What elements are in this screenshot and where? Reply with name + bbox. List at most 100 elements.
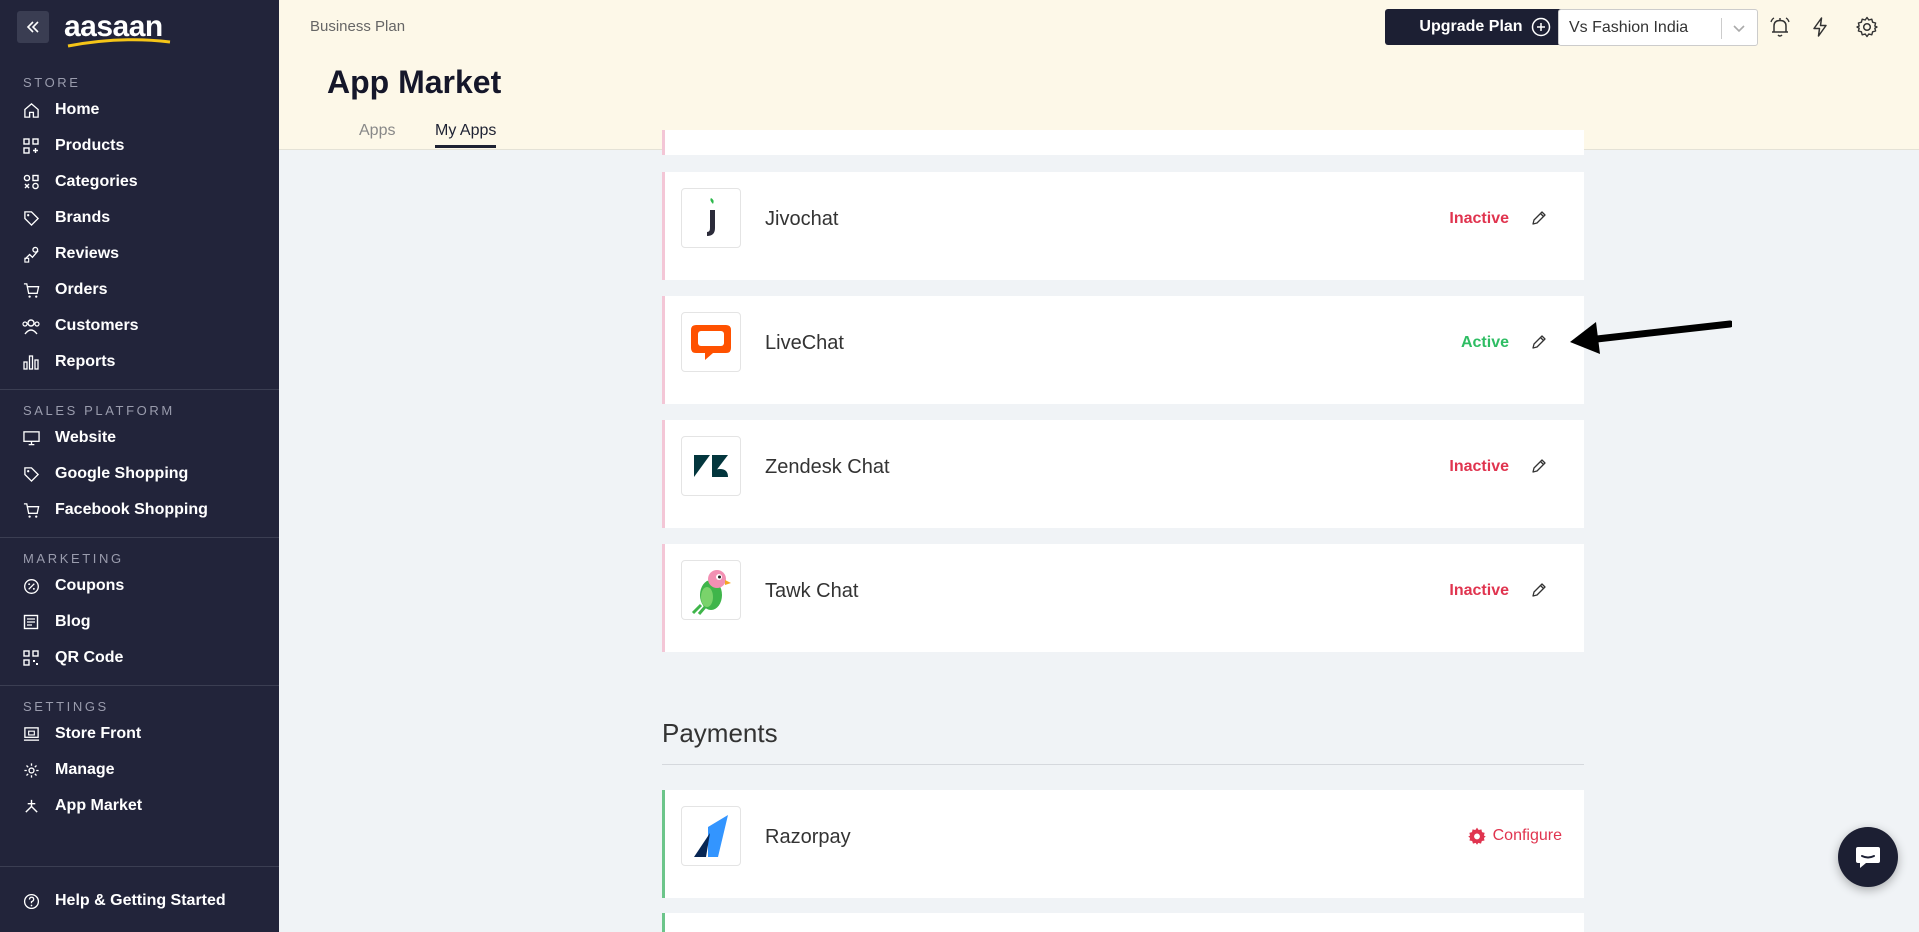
sidebar-item-label: App Market: [55, 797, 143, 814]
app-card-razorpay: Razorpay Configure: [662, 790, 1584, 898]
grid-icon: [22, 137, 40, 155]
zendesk-logo: [681, 436, 741, 496]
sidebar-item-reviews[interactable]: Reviews: [0, 236, 279, 272]
sidebar-item-store-front[interactable]: Store Front: [0, 716, 279, 752]
page-title: App Market: [327, 64, 502, 100]
sidebar-section-sales-platform: SALES PLATFORM: [23, 403, 175, 418]
razorpay-logo: [681, 806, 741, 866]
sidebar-item-label: Website: [55, 429, 117, 446]
pencil-icon: [1532, 335, 1546, 349]
gear-icon: [22, 761, 40, 779]
edit-zendesk-chat-button[interactable]: [1529, 456, 1549, 476]
chat-bubble-icon: [1856, 847, 1880, 868]
edit-livechat-button[interactable]: [1529, 332, 1549, 352]
store-select-value: Vs Fashion India: [1569, 19, 1689, 36]
store-select[interactable]: Vs Fashion India: [1558, 9, 1758, 46]
status-badge: Active: [1460, 334, 1509, 351]
tab-apps[interactable]: Apps: [359, 122, 395, 148]
users-icon: [22, 317, 40, 335]
blog-icon: [22, 613, 40, 631]
notifications-button[interactable]: [1767, 14, 1793, 40]
sidebar-item-reports[interactable]: Reports: [0, 344, 279, 380]
gear-icon: [1856, 16, 1878, 38]
help-icon: [22, 892, 40, 910]
sidebar-item-coupons[interactable]: Coupons: [0, 568, 279, 604]
status-badge: Inactive: [1449, 582, 1509, 599]
sidebar-item-google-shopping[interactable]: Google Shopping: [0, 456, 279, 492]
tab-my-apps[interactable]: My Apps: [435, 122, 497, 148]
plan-name: Business Plan: [310, 18, 406, 35]
sidebar-item-label: Customers: [55, 317, 139, 334]
app-card-zendesk-chat: Zendesk Chat Inactive: [662, 420, 1584, 528]
settings-button[interactable]: [1854, 14, 1880, 40]
chat-support-button[interactable]: [1838, 827, 1898, 887]
tag-icon: [22, 209, 40, 227]
storefront-icon: [22, 725, 40, 743]
sidebar-item-categories[interactable]: Categories: [0, 164, 279, 200]
tawk-logo: [681, 560, 741, 620]
sidebar-item-label: QR Code: [55, 649, 124, 666]
sidebar-item-customers[interactable]: Customers: [0, 308, 279, 344]
app-market-icon: [22, 797, 40, 815]
sidebar-top: aasaan: [0, 0, 279, 54]
sidebar-section-settings: SETTINGS: [23, 699, 109, 714]
cart-icon: [22, 281, 40, 299]
bell-icon: [1770, 17, 1790, 37]
sidebar-item-label: Brands: [55, 209, 111, 226]
edit-jivochat-button[interactable]: [1529, 208, 1549, 228]
header: Business Plan App Market Apps My Apps Up…: [279, 0, 1919, 150]
sidebar-item-label: Reports: [55, 353, 116, 370]
sidebar-divider: [0, 866, 279, 867]
sidebar-item-label: Google Shopping: [55, 465, 189, 482]
jivochat-logo: [681, 188, 741, 248]
app-card-partial: [662, 130, 1584, 155]
lightning-icon: [1813, 17, 1827, 37]
upgrade-plan-label: Upgrade Plan: [1419, 18, 1523, 35]
help-label: Help & Getting Started: [55, 892, 226, 909]
sidebar-item-label: Manage: [55, 761, 115, 778]
help-getting-started[interactable]: Help & Getting Started: [0, 883, 279, 919]
status-badge: Inactive: [1449, 458, 1509, 475]
livechat-logo: [681, 312, 741, 372]
plus-circle-icon: [1531, 17, 1550, 37]
sidebar-item-label: Facebook Shopping: [55, 501, 208, 518]
sidebar-item-orders[interactable]: Orders: [0, 272, 279, 308]
configure-razorpay-button[interactable]: Configure: [1467, 826, 1562, 846]
app-name: Jivochat: [765, 208, 839, 230]
sidebar-item-label: Coupons: [55, 577, 125, 594]
sidebar-item-label: Categories: [55, 173, 138, 190]
app-name: Tawk Chat: [765, 580, 859, 602]
reviews-icon: [22, 245, 40, 263]
sidebar-item-label: Reviews: [55, 245, 120, 262]
configure-label: Configure: [1492, 827, 1562, 844]
logo[interactable]: aasaan: [64, 12, 171, 48]
monitor-icon: [22, 429, 40, 447]
bar-chart-icon: [22, 353, 40, 371]
sidebar-item-app-market[interactable]: App Market: [0, 788, 279, 824]
pencil-icon: [1532, 459, 1546, 473]
app-card-tawk-chat: Tawk Chat Inactive: [662, 544, 1584, 652]
home-icon: [22, 101, 40, 119]
sidebar-item-products[interactable]: Products: [0, 128, 279, 164]
status-badge: Inactive: [1449, 210, 1509, 227]
cart-icon: [22, 501, 40, 519]
sidebar-item-manage[interactable]: Manage: [0, 752, 279, 788]
sidebar-item-label: Home: [55, 101, 100, 118]
app-name: Zendesk Chat: [765, 456, 890, 478]
collapse-sidebar-button[interactable]: [17, 11, 49, 43]
qr-icon: [22, 649, 40, 667]
sidebar-item-website[interactable]: Website: [0, 420, 279, 456]
tag-icon: [22, 465, 40, 483]
sidebar-item-qr-code[interactable]: QR Code: [0, 640, 279, 676]
sidebar-item-facebook-shopping[interactable]: Facebook Shopping: [0, 492, 279, 528]
sidebar-item-home[interactable]: Home: [0, 92, 279, 128]
sidebar-item-brands[interactable]: Brands: [0, 200, 279, 236]
gear-icon: [1467, 827, 1486, 845]
quick-actions-button[interactable]: [1807, 14, 1833, 40]
sidebar-item-label: Products: [55, 137, 125, 154]
edit-tawk-chat-button[interactable]: [1529, 580, 1549, 600]
sidebar-item-blog[interactable]: Blog: [0, 604, 279, 640]
sidebar-item-label: Orders: [55, 281, 108, 298]
logo-swoosh-icon: [67, 38, 171, 48]
upgrade-plan-button[interactable]: Upgrade Plan: [1385, 9, 1585, 45]
